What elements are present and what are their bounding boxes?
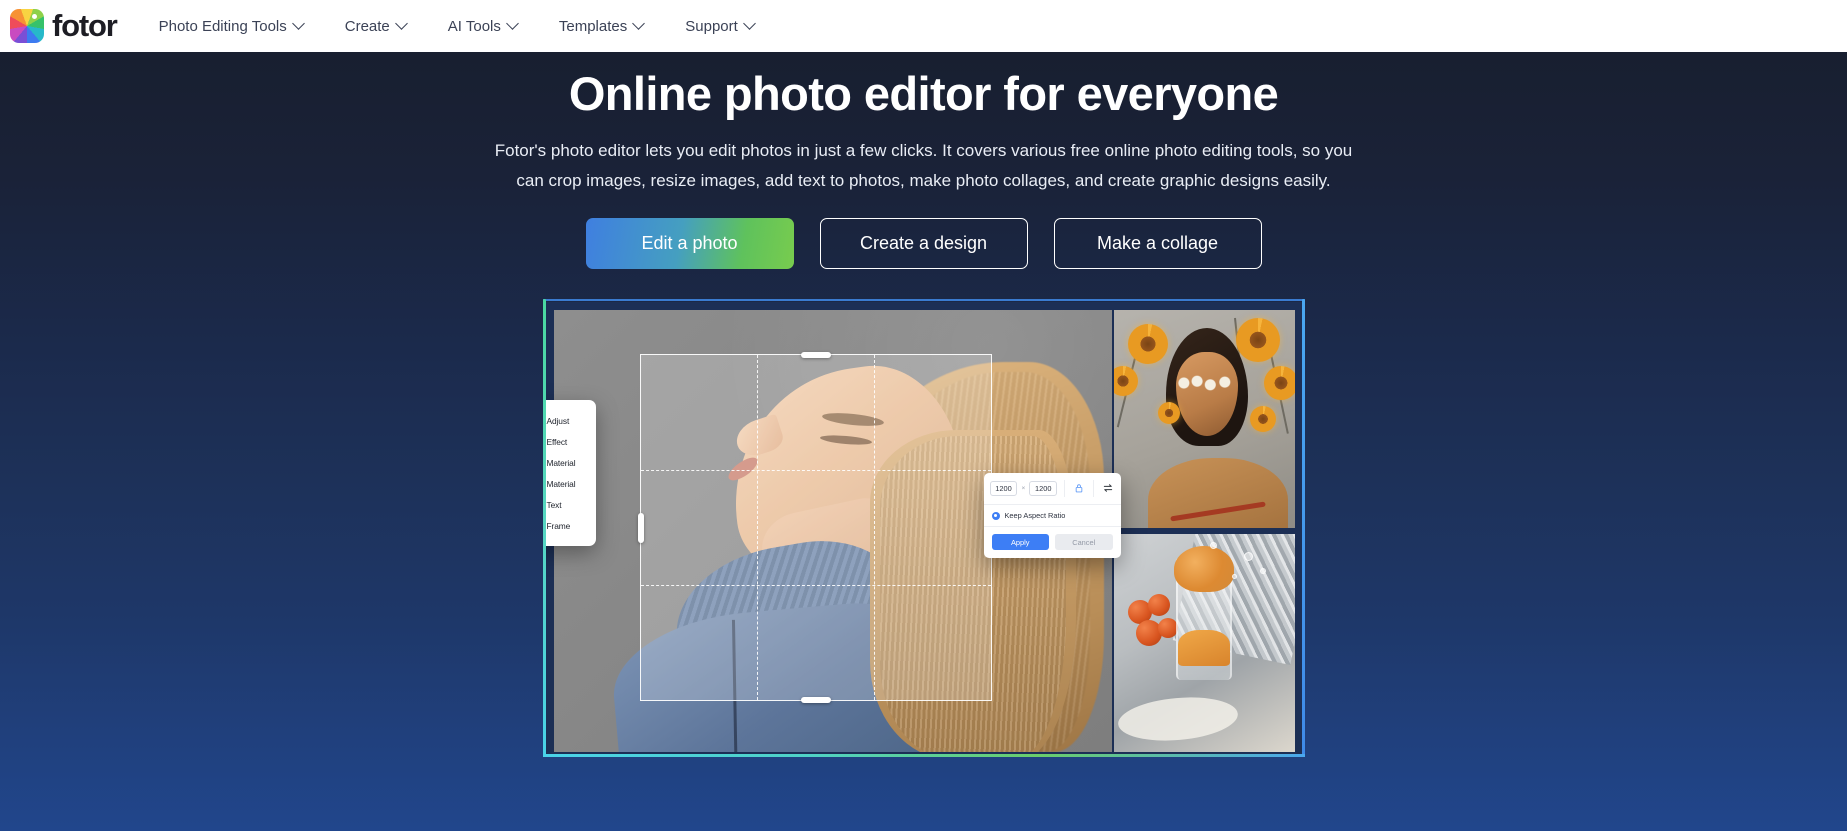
nav-item-photo-editing-tools[interactable]: Photo Editing Tools [157, 12, 305, 41]
chevron-down-icon [394, 16, 408, 30]
cancel-button[interactable]: Cancel [1055, 534, 1113, 551]
crop-guide-vertical [757, 355, 759, 701]
nav-item-templates[interactable]: Templates [557, 12, 646, 41]
dimension-multiply-symbol: × [1021, 485, 1026, 493]
tool-item-label: Material [546, 457, 576, 468]
collage-cell-dessert[interactable] [1113, 534, 1295, 753]
editor-tool-panel: Adjust Effect Material Material Text Fra… [545, 400, 596, 547]
keep-aspect-ratio-row[interactable]: Keep Aspect Ratio [983, 505, 1121, 528]
top-navigation-bar: fotor Photo Editing Tools Create AI Tool… [0, 0, 1847, 52]
resize-dialog-actions: Apply Cancel [984, 527, 1121, 558]
keep-aspect-ratio-label: Keep Aspect Ratio [1004, 511, 1066, 521]
color-wheel-logo-icon [10, 9, 44, 43]
lock-icon [1074, 480, 1084, 498]
mockup-accent-bottom [542, 754, 1305, 758]
brand-logo-link[interactable]: fotor [10, 7, 118, 43]
collage-cell-sunflower-portrait[interactable] [1113, 310, 1295, 529]
crop-handle-top[interactable] [800, 352, 831, 359]
crop-guide-vertical [873, 355, 875, 701]
mockup-accent-top [542, 299, 1305, 302]
tool-item-text[interactable]: Text [546, 494, 596, 515]
chevron-down-icon [506, 16, 519, 30]
hero-cta-row: Edit a photo Create a design Make a coll… [0, 218, 1847, 270]
nav-item-label: Photo Editing Tools [158, 17, 287, 35]
nav-item-label: Create [344, 17, 390, 35]
nav-item-ai-tools[interactable]: AI Tools [446, 12, 519, 41]
editor-preview-mockup: Adjust Effect Material Material Text Fra… [542, 299, 1305, 758]
crop-guide-horizontal [640, 470, 991, 472]
nav-item-create[interactable]: Create [343, 12, 408, 41]
nav-item-support[interactable]: Support [683, 12, 756, 41]
make-a-collage-button[interactable]: Make a collage [1053, 218, 1262, 270]
tool-item-label: Material [546, 478, 576, 489]
chevron-down-icon [742, 16, 756, 30]
lock-aspect-button[interactable] [1072, 480, 1086, 497]
chevron-down-icon [632, 16, 646, 30]
tool-item-material-eye[interactable]: Material [546, 452, 596, 473]
resize-height-input[interactable]: 1200 [1029, 481, 1058, 497]
mockup-frame: Adjust Effect Material Material Text Fra… [545, 302, 1302, 755]
swap-dimensions-button[interactable] [1101, 480, 1115, 497]
tool-item-effect[interactable]: Effect [546, 431, 596, 452]
crop-handle-bottom[interactable] [800, 697, 831, 704]
hero-section: Online photo editor for everyone Fotor's… [0, 52, 1847, 831]
create-a-design-button[interactable]: Create a design [819, 218, 1028, 270]
mockup-accent-right [1301, 299, 1305, 758]
tool-item-adjust[interactable]: Adjust [546, 410, 596, 431]
swap-arrows-icon [1103, 480, 1113, 498]
brand-wordmark: fotor [52, 7, 118, 43]
hero-subtitle: Fotor's photo editor lets you edit photo… [494, 141, 1353, 191]
tool-item-frame[interactable]: Frame [546, 515, 596, 536]
crop-selection-box[interactable] [637, 352, 994, 704]
apply-button[interactable]: Apply [991, 534, 1049, 551]
resize-width-input[interactable]: 1200 [989, 481, 1018, 497]
tool-item-material-shape[interactable]: Material [546, 473, 596, 494]
chevron-down-icon [291, 16, 305, 30]
nav-item-label: AI Tools [447, 17, 501, 35]
resize-dimension-row: 1200 × 1200 [983, 473, 1121, 506]
primary-nav-menu: Photo Editing Tools Create AI Tools Temp… [157, 12, 756, 41]
tool-item-label: Frame [546, 520, 571, 531]
collage-column [1113, 310, 1295, 753]
edit-a-photo-button[interactable]: Edit a photo [585, 218, 794, 270]
dessert-photo [1113, 534, 1295, 753]
nav-item-label: Support [685, 17, 738, 35]
crop-guide-horizontal [640, 585, 991, 587]
resize-dialog: 1200 × 1200 Keep Aspect Ratio Apply Canc… [983, 473, 1121, 559]
tool-item-label: Adjust [546, 415, 570, 426]
crop-handle-left[interactable] [637, 512, 644, 543]
tool-item-label: Effect [546, 436, 568, 447]
keep-aspect-ratio-radio[interactable] [991, 511, 1000, 520]
nav-item-label: Templates [558, 17, 628, 35]
page-title: Online photo editor for everyone [568, 67, 1279, 120]
divider [1064, 480, 1066, 498]
tool-item-label: Text [546, 499, 562, 510]
sunflower-portrait-photo [1113, 310, 1295, 529]
divider [1092, 480, 1094, 498]
